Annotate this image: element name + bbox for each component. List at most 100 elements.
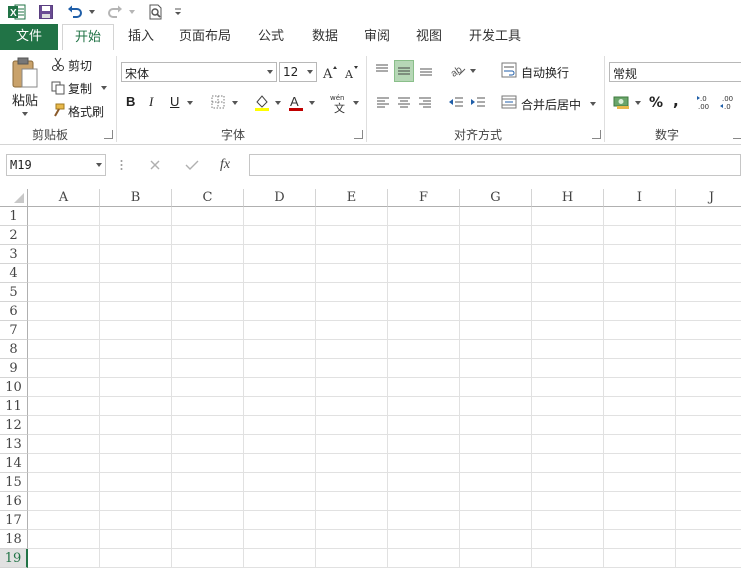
wrap-text-button[interactable]: 自动换行 [521, 64, 569, 81]
row-header-1[interactable]: 1 [0, 207, 28, 226]
row-header-11[interactable]: 11 [0, 397, 28, 416]
comma-button[interactable]: , [673, 92, 679, 110]
clipboard-launcher-icon[interactable] [104, 130, 113, 139]
row-header-3[interactable]: 3 [0, 245, 28, 264]
decrease-font-size-icon[interactable]: A [342, 62, 360, 82]
font-size-combo[interactable]: 12 [279, 62, 317, 82]
select-all-button[interactable] [0, 189, 28, 207]
undo-icon[interactable] [66, 3, 84, 21]
merge-dropdown-icon[interactable] [590, 102, 596, 106]
align-center-icon[interactable] [395, 94, 413, 110]
row-header-16[interactable]: 16 [0, 492, 28, 511]
font-name-combo[interactable]: 宋体 [121, 62, 277, 82]
print-preview-icon[interactable] [146, 3, 166, 21]
merge-center-icon[interactable] [500, 93, 518, 111]
wrap-text-icon[interactable] [500, 61, 518, 79]
redo-icon[interactable] [106, 3, 124, 21]
align-top-icon[interactable] [372, 60, 392, 80]
copy-dropdown-icon[interactable] [101, 86, 107, 90]
row-header-8[interactable]: 8 [0, 340, 28, 359]
currency-icon[interactable] [612, 92, 632, 112]
decrease-decimal-icon[interactable]: .00 .0 [719, 92, 739, 112]
font-color-dropdown-icon[interactable] [309, 101, 315, 105]
column-header-j[interactable]: J [676, 189, 741, 207]
underline-button[interactable]: U [170, 94, 179, 109]
align-bottom-icon[interactable] [416, 60, 436, 80]
fill-color-dropdown-icon[interactable] [275, 101, 281, 105]
tab-insert[interactable]: 插入 [118, 24, 164, 50]
alignment-launcher-icon[interactable] [592, 130, 601, 139]
row-header-6[interactable]: 6 [0, 302, 28, 321]
align-middle-icon[interactable] [394, 60, 414, 82]
row-header-9[interactable]: 9 [0, 359, 28, 378]
paste-icon[interactable] [8, 56, 42, 90]
phonetic-dropdown-icon[interactable] [353, 101, 359, 105]
tab-formulas[interactable]: 公式 [248, 24, 294, 50]
row-header-17[interactable]: 17 [0, 511, 28, 530]
font-launcher-icon[interactable] [354, 130, 363, 139]
row-header-2[interactable]: 2 [0, 226, 28, 245]
tab-view[interactable]: 视图 [406, 24, 452, 50]
format-painter-button[interactable]: 格式刷 [68, 103, 104, 120]
row-header-4[interactable]: 4 [0, 264, 28, 283]
number-format-combo[interactable]: 常规 [609, 62, 741, 82]
percent-button[interactable]: % [649, 95, 663, 111]
italic-button[interactable]: I [149, 94, 153, 110]
increase-indent-icon[interactable] [469, 94, 487, 110]
currency-dropdown-icon[interactable] [635, 101, 641, 105]
column-header-d[interactable]: D [244, 189, 316, 207]
save-icon[interactable] [37, 3, 55, 21]
row-header-19[interactable]: 19 [0, 549, 28, 568]
column-header-a[interactable]: A [28, 189, 100, 207]
tab-file[interactable]: 文件 [0, 24, 58, 50]
tab-data[interactable]: 数据 [302, 24, 348, 50]
merge-center-button[interactable]: 合并后居中 [521, 96, 581, 113]
row-header-10[interactable]: 10 [0, 378, 28, 397]
font-color-icon[interactable]: A [286, 92, 306, 112]
borders-icon[interactable] [209, 94, 227, 110]
column-header-g[interactable]: G [460, 189, 532, 207]
row-header-12[interactable]: 12 [0, 416, 28, 435]
format-painter-icon[interactable] [50, 102, 66, 118]
name-box[interactable]: M19 [6, 154, 106, 176]
copy-button[interactable]: 复制 [68, 80, 92, 97]
tab-page-layout[interactable]: 页面布局 [172, 24, 238, 50]
orientation-icon[interactable]: ab [448, 60, 468, 80]
align-right-icon[interactable] [416, 94, 434, 110]
copy-icon[interactable] [50, 80, 66, 96]
enter-icon[interactable] [182, 156, 202, 174]
orientation-dropdown-icon[interactable] [470, 69, 476, 73]
row-header-5[interactable]: 5 [0, 283, 28, 302]
increase-font-size-icon[interactable]: A [321, 62, 339, 82]
column-header-f[interactable]: F [388, 189, 460, 207]
cancel-icon[interactable] [145, 156, 165, 174]
column-header-b[interactable]: B [100, 189, 172, 207]
decrease-indent-icon[interactable] [447, 94, 465, 110]
row-header-15[interactable]: 15 [0, 473, 28, 492]
paste-button[interactable]: 粘贴 [12, 90, 38, 109]
customize-icon[interactable] [172, 3, 184, 21]
underline-dropdown-icon[interactable] [187, 101, 193, 105]
increase-decimal-icon[interactable]: .0 .00 [696, 92, 716, 112]
column-header-c[interactable]: C [172, 189, 244, 207]
tab-home[interactable]: 开始 [62, 24, 114, 52]
insert-function-button[interactable]: fx [220, 157, 230, 173]
row-header-14[interactable]: 14 [0, 454, 28, 473]
column-header-e[interactable]: E [316, 189, 388, 207]
cut-icon[interactable] [50, 56, 66, 72]
borders-dropdown-icon[interactable] [232, 101, 238, 105]
row-header-7[interactable]: 7 [0, 321, 28, 340]
column-header-h[interactable]: H [532, 189, 604, 207]
tab-review[interactable]: 审阅 [354, 24, 400, 50]
column-header-i[interactable]: I [604, 189, 676, 207]
undo-dropdown-icon[interactable] [89, 10, 95, 14]
tab-developer[interactable]: 开发工具 [462, 24, 528, 50]
fill-color-icon[interactable] [252, 92, 272, 112]
row-header-18[interactable]: 18 [0, 530, 28, 549]
paste-dropdown-icon[interactable] [22, 112, 28, 116]
formula-input[interactable] [249, 154, 741, 176]
row-header-13[interactable]: 13 [0, 435, 28, 454]
cut-button[interactable]: 剪切 [68, 57, 92, 74]
phonetic-guide-icon[interactable]: wén 文 [328, 92, 350, 114]
number-launcher-icon[interactable] [733, 130, 741, 139]
